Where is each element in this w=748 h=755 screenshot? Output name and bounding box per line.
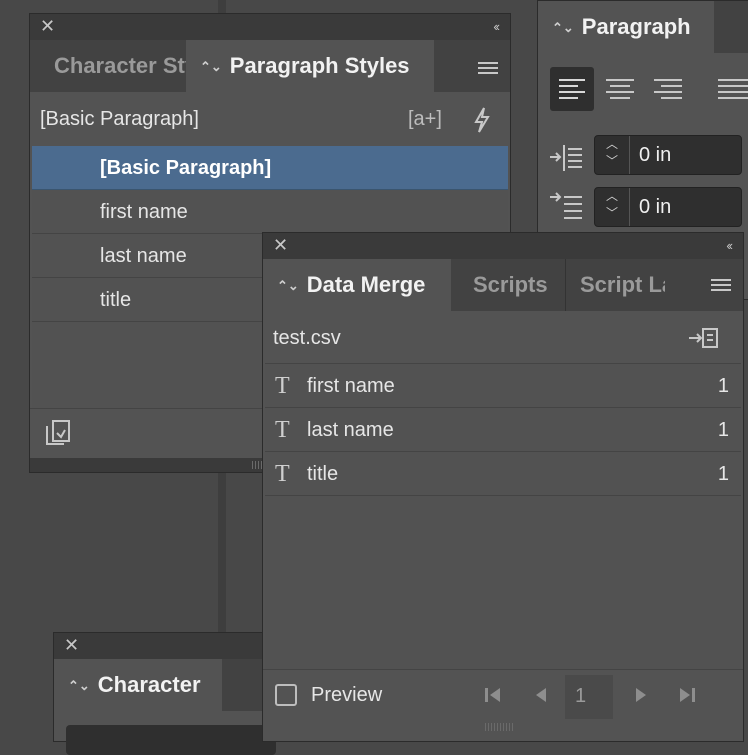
current-style-label: [Basic Paragraph]	[40, 108, 199, 130]
data-merge-panel: ✕ ‹‹ ⌃⌄ Data Merge Scripts Script Label t…	[262, 232, 744, 742]
close-icon[interactable]: ✕	[40, 17, 55, 35]
first-line-indent-field[interactable]: ︿ ﹀ 0 in	[594, 187, 742, 227]
field-name: first name	[307, 375, 395, 397]
preview-checkbox[interactable]	[275, 684, 297, 706]
justify-button[interactable]	[710, 67, 748, 111]
updown-icon: ⌃⌄	[552, 20, 574, 35]
new-style-override-icon[interactable]: [a+]	[408, 108, 442, 131]
fields-list: T first name 1 T last name 1 T title 1	[265, 363, 741, 669]
close-icon[interactable]: ✕	[64, 636, 79, 654]
style-name: last name	[100, 245, 187, 267]
panel-titlebar[interactable]: ✕	[54, 633, 282, 659]
text-field-icon: T	[275, 461, 290, 487]
select-data-source-icon[interactable]	[687, 325, 719, 356]
left-indent-icon	[548, 141, 584, 178]
resize-grip[interactable]	[485, 723, 515, 731]
justify-icon	[718, 79, 748, 99]
tab-script-label[interactable]: Script Label	[565, 259, 665, 311]
tab-paragraph-styles[interactable]: ⌃⌄ Paragraph Styles	[186, 40, 434, 92]
collapse-icon[interactable]: ‹‹	[726, 238, 733, 253]
field-name: title	[307, 463, 339, 485]
align-right-icon	[654, 79, 682, 99]
align-left-button[interactable]	[550, 67, 594, 111]
tab-character[interactable]: ⌃⌄ Character	[54, 659, 222, 711]
text-field-icon: T	[275, 373, 290, 399]
field-name: last name	[307, 419, 394, 441]
last-record-icon[interactable]	[677, 685, 697, 710]
list-item[interactable]: [Basic Paragraph]	[32, 146, 508, 190]
align-center-button[interactable]	[598, 67, 642, 111]
close-icon[interactable]: ✕	[273, 236, 288, 254]
first-record-icon[interactable]	[483, 685, 503, 710]
tab-scripts-label: Scripts	[473, 272, 548, 297]
style-name: [Basic Paragraph]	[100, 157, 272, 179]
tab-character-styles[interactable]: Character Styles	[40, 40, 186, 92]
tab-paragraph-styles-label: Paragraph Styles	[229, 53, 410, 78]
updown-icon: ⌃⌄	[200, 59, 222, 74]
align-center-icon	[606, 79, 634, 99]
tab-character-label: Character	[97, 672, 201, 697]
align-left-icon	[559, 79, 585, 99]
align-right-button[interactable]	[646, 67, 690, 111]
left-indent-value: 0 in	[639, 144, 672, 166]
list-item[interactable]: T last name 1	[265, 408, 741, 452]
list-item[interactable]: T title 1	[265, 452, 741, 496]
list-item[interactable]: T first name 1	[265, 364, 741, 408]
panel-menu-icon[interactable]	[711, 279, 731, 293]
tab-paragraph-label: Paragraph	[581, 14, 691, 39]
panel-titlebar[interactable]: ✕ ‹‹	[263, 233, 743, 259]
panel-menu-icon[interactable]	[478, 62, 498, 76]
quick-apply-icon[interactable]	[472, 106, 492, 139]
text-field-icon: T	[275, 417, 290, 443]
list-item[interactable]: first name	[32, 190, 508, 234]
record-number-field[interactable]: 1	[565, 675, 613, 719]
stepper-arrows[interactable]: ︿ ﹀	[595, 136, 630, 174]
style-name: first name	[100, 201, 188, 223]
tab-data-merge-label: Data Merge	[306, 272, 426, 297]
updown-icon: ⌃⌄	[277, 278, 299, 293]
updown-icon: ⌃⌄	[68, 678, 90, 693]
tab-script-label-label: Script Label	[580, 272, 665, 297]
field-count: 1	[717, 419, 729, 441]
field-count: 1	[717, 463, 729, 485]
font-field[interactable]	[66, 725, 276, 755]
tab-data-merge[interactable]: ⌃⌄ Data Merge	[263, 259, 451, 311]
tab-character-styles-label: Character Styles	[54, 53, 186, 78]
tab-scripts[interactable]: Scripts	[459, 259, 557, 311]
style-name: title	[100, 289, 132, 311]
next-record-icon[interactable]	[633, 685, 649, 710]
preview-label: Preview	[311, 684, 383, 706]
first-line-indent-value: 0 in	[639, 196, 672, 218]
tab-paragraph[interactable]: ⌃⌄ Paragraph	[538, 1, 714, 53]
left-indent-field[interactable]: ︿ ﹀ 0 in	[594, 135, 742, 175]
field-count: 1	[717, 375, 729, 397]
first-line-indent-icon	[548, 191, 584, 228]
data-source-filename: test.csv	[273, 327, 341, 349]
panel-titlebar[interactable]: ✕ ‹‹	[30, 14, 510, 40]
stepper-arrows[interactable]: ︿ ﹀	[595, 188, 630, 226]
collapse-icon[interactable]: ‹‹	[493, 19, 500, 34]
previous-record-icon[interactable]	[533, 685, 549, 710]
load-styles-icon[interactable]	[44, 418, 72, 451]
record-number: 1	[575, 685, 587, 707]
character-panel: ✕ ⌃⌄ Character	[53, 632, 283, 755]
